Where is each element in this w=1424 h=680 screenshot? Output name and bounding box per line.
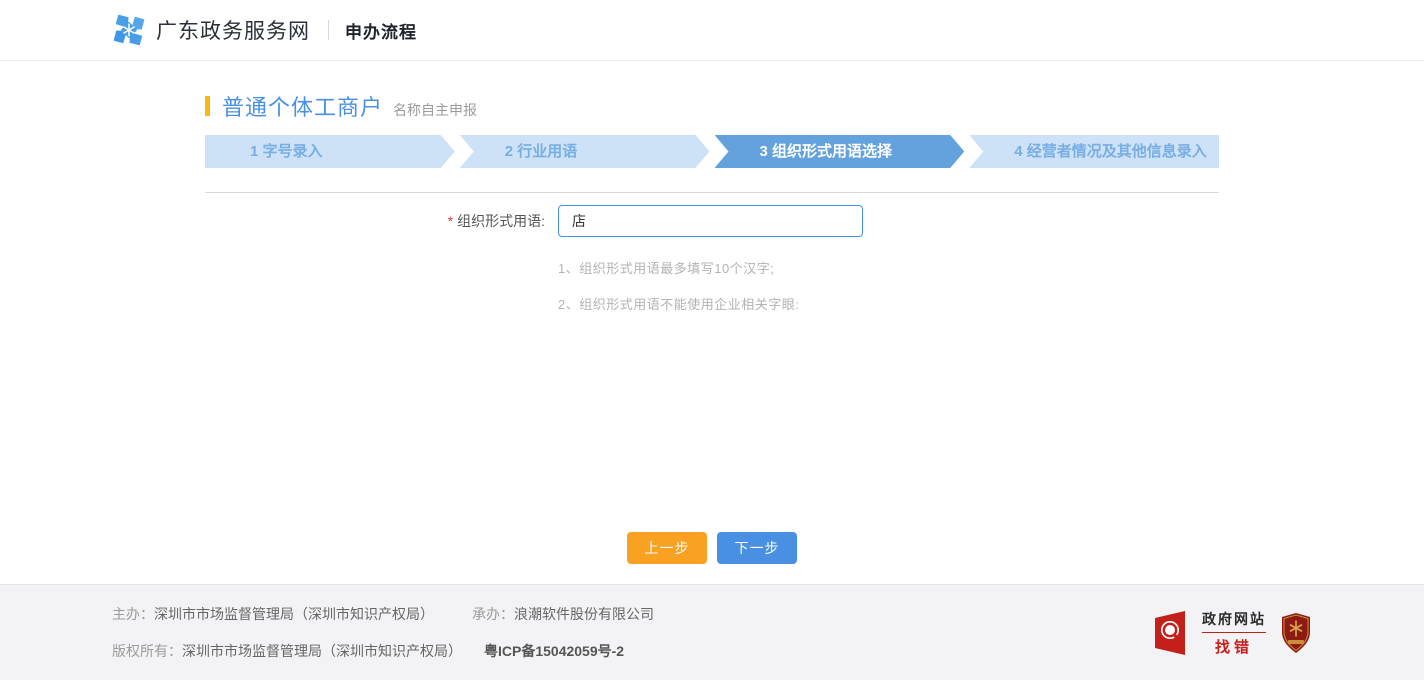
page-title: 普通个体工商户 bbox=[222, 90, 383, 122]
error-badge-text: 政府网站 找错 bbox=[1202, 609, 1266, 657]
error-badge-rule bbox=[1202, 632, 1266, 633]
gov-agency-shield-badge-icon[interactable] bbox=[1280, 612, 1312, 654]
gdzwfw-pinwheel-logo-icon bbox=[112, 13, 146, 47]
error-badge-line2: 找错 bbox=[1202, 636, 1266, 657]
error-badge-line1: 政府网站 bbox=[1202, 609, 1266, 629]
hint-max-length: 1、组织形式用语最多填写10个汉字; bbox=[558, 258, 1219, 277]
step-wizard: 1 字号录入 2 行业用语 3 组织形式用语选择 4 经营者情况及其他信息录入 bbox=[205, 135, 1219, 168]
copyright-label: 版权所有： bbox=[112, 641, 182, 661]
step-2-hangye[interactable]: 2 行业用语 bbox=[460, 135, 710, 168]
next-step-button[interactable]: 下一步 bbox=[717, 532, 797, 564]
page-subtitle: 名称自主申报 bbox=[393, 100, 477, 120]
host-value: 深圳市市场监督管理局（深圳市知识产权局） bbox=[154, 604, 434, 624]
org-form-row: *组织形式用语: bbox=[205, 205, 1219, 237]
icp-number[interactable]: 粤ICP备15042059号-2 bbox=[484, 641, 624, 661]
undertake-label: 承办： bbox=[472, 604, 514, 624]
footer-line-host: 主办： 深圳市市场监督管理局（深圳市知识产权局） 承办： 浪潮软件股份有限公司 bbox=[112, 604, 654, 624]
step-1-zihao[interactable]: 1 字号录入 bbox=[205, 135, 455, 168]
host-label: 主办： bbox=[112, 604, 154, 624]
page-footer: 主办： 深圳市市场监督管理局（深圳市知识产权局） 承办： 浪潮软件股份有限公司 … bbox=[0, 584, 1424, 680]
magnifier-flag-icon bbox=[1154, 611, 1194, 655]
top-header: 广东政务服务网 申办流程 bbox=[0, 0, 1424, 61]
org-form-label: *组织形式用语: bbox=[205, 211, 545, 231]
step-3-zuzhixingshi-active[interactable]: 3 组织形式用语选择 bbox=[715, 135, 965, 168]
org-form-input[interactable] bbox=[558, 205, 863, 237]
wizard-buttons: 上一步 下一步 bbox=[205, 532, 1219, 564]
copyright-value: 深圳市市场监督管理局（深圳市知识产权局） bbox=[182, 641, 462, 661]
prev-step-button[interactable]: 上一步 bbox=[627, 532, 707, 564]
required-asterisk: * bbox=[448, 213, 453, 229]
site-brand[interactable]: 广东政务服务网 bbox=[156, 15, 310, 45]
org-form-label-text: 组织形式用语: bbox=[457, 213, 545, 229]
title-accent-bar bbox=[205, 96, 210, 116]
undertake-value: 浪潮软件股份有限公司 bbox=[514, 604, 654, 624]
step-4-jingyingzhe[interactable]: 4 经营者情况及其他信息录入 bbox=[969, 135, 1219, 168]
main-content: 普通个体工商户 名称自主申报 1 字号录入 2 行业用语 3 组织形式用语选择 … bbox=[205, 61, 1219, 564]
header-divider bbox=[328, 20, 329, 40]
page-title-row: 普通个体工商户 名称自主申报 bbox=[205, 61, 1219, 122]
page-section-title: 申办流程 bbox=[345, 18, 417, 43]
footer-text-block: 主办： 深圳市市场监督管理局（深圳市知识产权局） 承办： 浪潮软件股份有限公司 … bbox=[112, 604, 654, 661]
gov-site-error-report-badge[interactable]: 政府网站 找错 bbox=[1154, 609, 1266, 657]
form-hints: 1、组织形式用语最多填写10个汉字; 2、组织形式用语不能使用企业相关字眼: bbox=[558, 258, 1219, 313]
hint-forbidden-words: 2、组织形式用语不能使用企业相关字眼: bbox=[558, 294, 1219, 313]
section-divider bbox=[205, 192, 1219, 193]
footer-badges: 政府网站 找错 bbox=[1154, 609, 1312, 657]
footer-line-copyright: 版权所有： 深圳市市场监督管理局（深圳市知识产权局） 粤ICP备15042059… bbox=[112, 641, 654, 661]
